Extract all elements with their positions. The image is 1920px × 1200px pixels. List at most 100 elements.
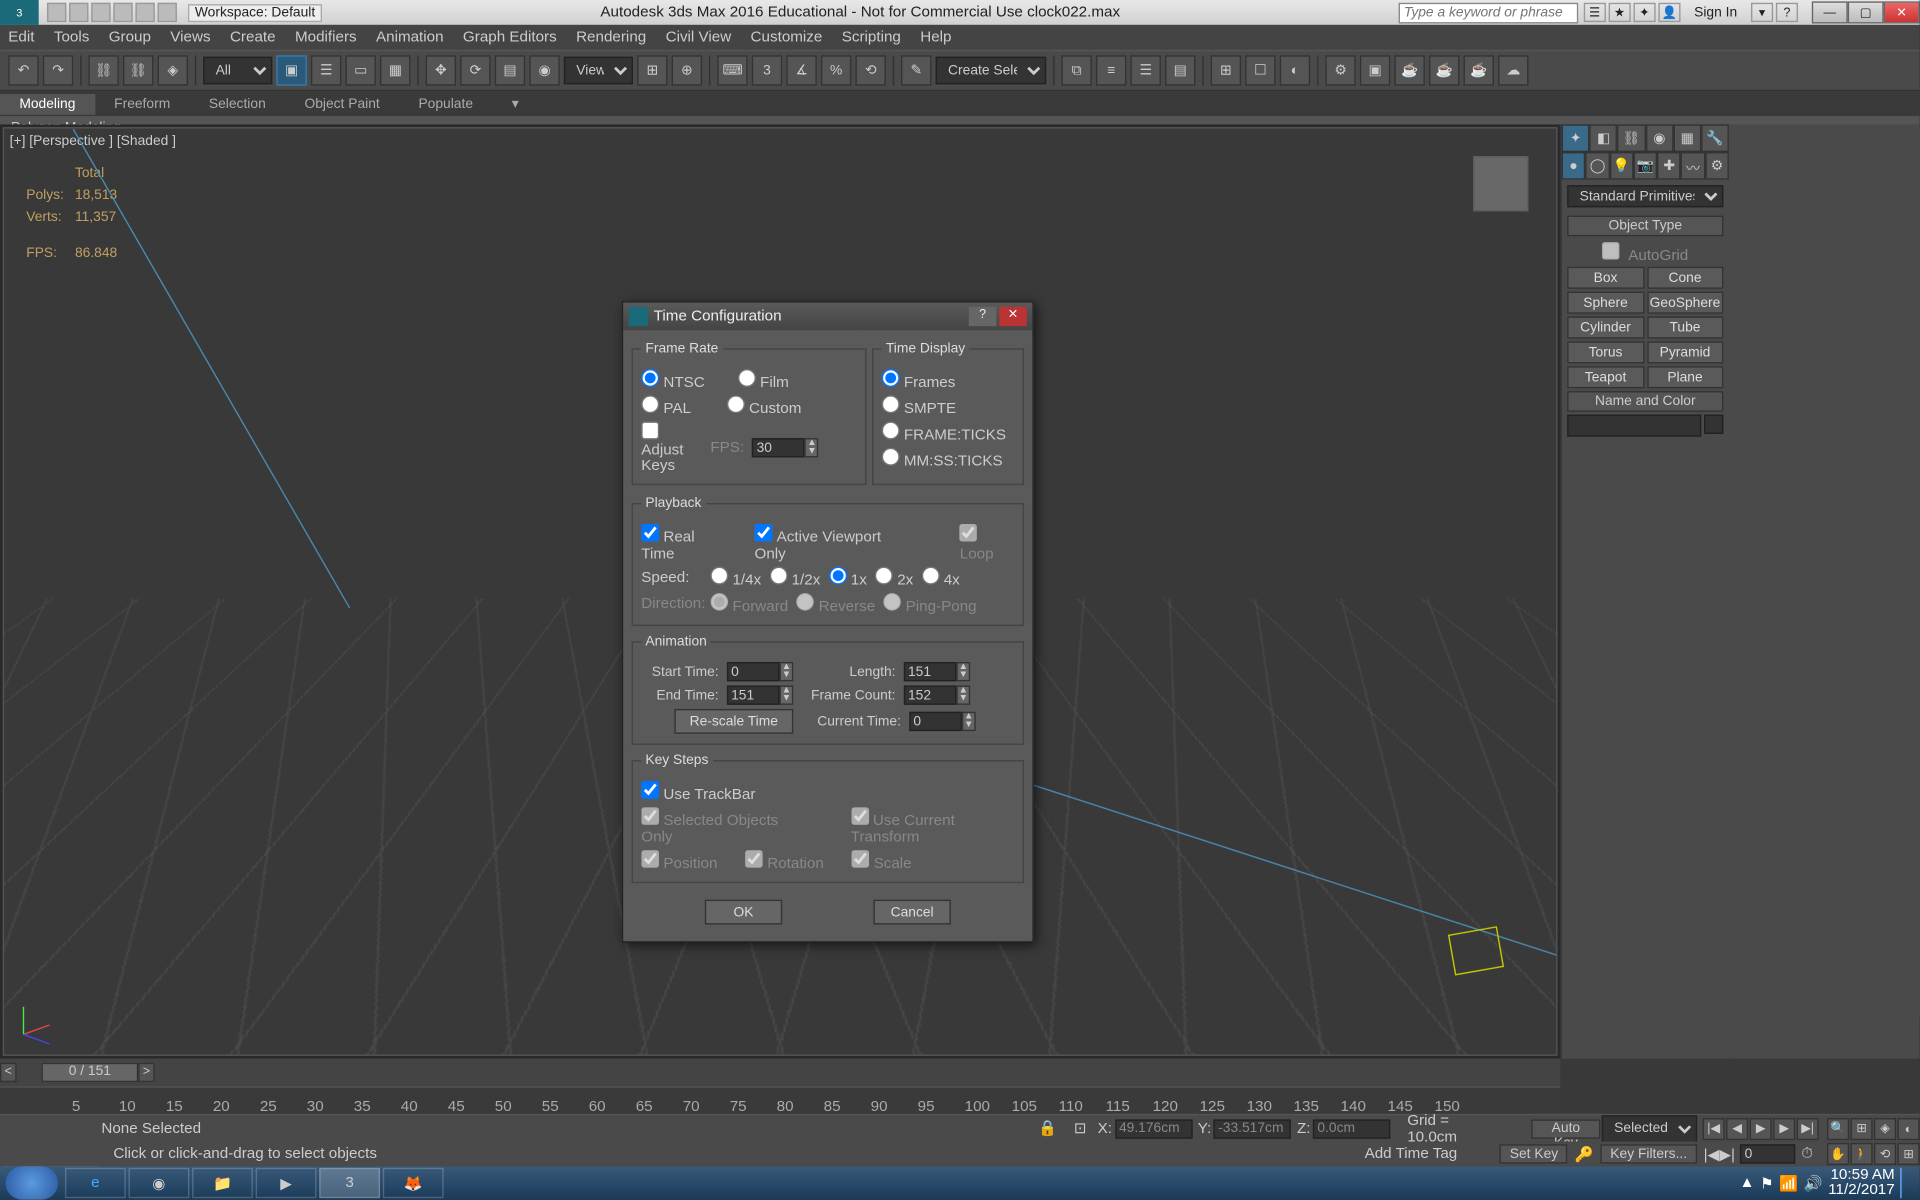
- menu-rendering[interactable]: Rendering: [576, 29, 646, 46]
- length-spinner[interactable]: [904, 662, 957, 681]
- tray-flag-icon[interactable]: ⚑: [1760, 1174, 1774, 1192]
- smpte-radio[interactable]: SMPTE: [882, 395, 956, 417]
- goto-start-icon[interactable]: |◀: [1703, 1117, 1725, 1139]
- use-trackbar-checkbox[interactable]: Use TrackBar: [641, 781, 755, 803]
- lights-tab-icon[interactable]: 💡: [1609, 152, 1633, 180]
- qat-open-icon[interactable]: [69, 3, 88, 22]
- close-button[interactable]: ✕: [1884, 1, 1920, 23]
- spacewarps-tab-icon[interactable]: 〰: [1681, 152, 1705, 180]
- realtime-checkbox[interactable]: Real Time: [641, 524, 729, 563]
- object-name-input[interactable]: [1567, 415, 1701, 437]
- taskbar-media-icon[interactable]: ▶: [256, 1168, 317, 1198]
- workspace-dropdown[interactable]: Workspace: Default: [188, 3, 322, 21]
- create-tab-icon[interactable]: ✦: [1562, 124, 1590, 152]
- tab-populate[interactable]: Populate: [399, 93, 492, 114]
- speed-2x-radio[interactable]: 2x: [875, 567, 913, 589]
- scale-icon[interactable]: ▤: [495, 55, 525, 85]
- walk-icon[interactable]: 🚶: [1850, 1143, 1872, 1165]
- menu-customize[interactable]: Customize: [751, 29, 823, 46]
- prev-frame-icon[interactable]: ◀: [1726, 1117, 1748, 1139]
- tab-selection[interactable]: Selection: [190, 93, 286, 114]
- cylinder-button[interactable]: Cylinder: [1567, 316, 1644, 338]
- subscription-icon[interactable]: ☰: [1584, 3, 1606, 22]
- menu-edit[interactable]: Edit: [8, 29, 34, 46]
- pal-radio[interactable]: PAL: [641, 395, 691, 417]
- autogrid-checkbox[interactable]: AutoGrid: [1562, 239, 1729, 267]
- speed-1x-radio[interactable]: 1x: [829, 567, 867, 589]
- user-icon[interactable]: 👤: [1658, 3, 1680, 22]
- render-frame-icon[interactable]: ▣: [1360, 55, 1390, 85]
- material-editor-icon[interactable]: ◐: [1280, 55, 1310, 85]
- undo-icon[interactable]: ↶: [8, 55, 38, 85]
- viewport-label[interactable]: [+] [Perspective ] [Shaded ]: [10, 134, 176, 149]
- frame-count-spinner[interactable]: [904, 685, 957, 704]
- mmssticks-radio[interactable]: MM:SS:TICKS: [882, 448, 1003, 470]
- spinner-snap-icon[interactable]: ⟲: [855, 55, 885, 85]
- taskbar-ie-icon[interactable]: e: [65, 1168, 126, 1198]
- track-bar[interactable]: 5101520253035404550556065707580859095100…: [0, 1086, 1560, 1114]
- tab-modeling[interactable]: Modeling: [0, 93, 95, 114]
- taskbar-firefox-icon[interactable]: 🦊: [383, 1168, 444, 1198]
- dialog-close-icon[interactable]: ✕: [999, 307, 1027, 326]
- tab-object-paint[interactable]: Object Paint: [285, 93, 399, 114]
- key-step-icon[interactable]: |◀▶|: [1698, 1145, 1740, 1163]
- key-filter-dropdown[interactable]: Selected: [1602, 1115, 1697, 1143]
- add-time-tag[interactable]: Add Time Tag: [1351, 1146, 1471, 1163]
- workspace-switch-icon[interactable]: ▾: [1751, 3, 1773, 22]
- minimize-button[interactable]: —: [1812, 1, 1848, 23]
- pivot-icon[interactable]: ⊞: [637, 55, 667, 85]
- selection-filter-dropdown[interactable]: All: [203, 57, 272, 85]
- curve-editor-icon[interactable]: ⊞: [1211, 55, 1241, 85]
- star-icon[interactable]: ★: [1608, 3, 1630, 22]
- help-search-input[interactable]: [1398, 2, 1578, 23]
- menu-tools[interactable]: Tools: [54, 29, 90, 46]
- unlink-icon[interactable]: ⛓: [123, 55, 153, 85]
- toggle-ribbon-icon[interactable]: ▤: [1165, 55, 1195, 85]
- y-coord-input[interactable]: [1214, 1119, 1291, 1138]
- display-tab-icon[interactable]: ▦: [1673, 124, 1701, 152]
- utilities-tab-icon[interactable]: 🔧: [1701, 124, 1729, 152]
- render-icon[interactable]: ☕: [1394, 55, 1424, 85]
- fps-spinner[interactable]: [752, 438, 805, 457]
- tray-network-icon[interactable]: 📶: [1779, 1174, 1798, 1192]
- keyboard-shortcut-icon[interactable]: ⌨: [717, 55, 747, 85]
- taskbar-explorer-icon[interactable]: 📁: [192, 1168, 253, 1198]
- time-config-icon[interactable]: ⏱: [1796, 1145, 1819, 1163]
- menu-create[interactable]: Create: [230, 29, 276, 46]
- qat-save-icon[interactable]: [91, 3, 110, 22]
- custom-radio[interactable]: Custom: [727, 395, 801, 417]
- window-crossing-icon[interactable]: ▦: [380, 55, 410, 85]
- object-color-swatch[interactable]: [1704, 415, 1723, 434]
- named-selection-dropdown[interactable]: Create Selection Se: [936, 57, 1047, 85]
- auto-key-button[interactable]: Auto Key: [1531, 1119, 1600, 1138]
- lock-icon[interactable]: 🔒: [1030, 1119, 1066, 1137]
- select-name-icon[interactable]: ☰: [311, 55, 341, 85]
- render-iter-icon[interactable]: ☕: [1464, 55, 1494, 85]
- mirror-icon[interactable]: ⧉: [1061, 55, 1091, 85]
- frameticks-radio[interactable]: FRAME:TICKS: [882, 422, 1006, 444]
- select-region-icon[interactable]: ▭: [346, 55, 376, 85]
- time-prev-icon[interactable]: <: [0, 1063, 17, 1082]
- cone-button[interactable]: Cone: [1647, 267, 1724, 289]
- current-time-spinner[interactable]: [909, 712, 962, 731]
- tube-button[interactable]: Tube: [1647, 316, 1724, 338]
- set-key-button[interactable]: Set Key: [1500, 1144, 1568, 1163]
- menu-modifiers[interactable]: Modifiers: [295, 29, 357, 46]
- render-prod-icon[interactable]: ☕: [1429, 55, 1459, 85]
- menu-help[interactable]: Help: [920, 29, 951, 46]
- key-filters-button[interactable]: Key Filters...: [1601, 1144, 1697, 1163]
- ok-button[interactable]: OK: [705, 900, 782, 925]
- menu-graph-editors[interactable]: Graph Editors: [463, 29, 557, 46]
- link-icon[interactable]: ⛓: [88, 55, 118, 85]
- play-icon[interactable]: ▶: [1750, 1117, 1772, 1139]
- bind-icon[interactable]: ◈: [158, 55, 188, 85]
- camera-object[interactable]: [1448, 926, 1504, 975]
- x-coord-input[interactable]: [1115, 1119, 1192, 1138]
- time-next-icon[interactable]: >: [138, 1063, 155, 1082]
- sphere-button[interactable]: Sphere: [1567, 292, 1644, 314]
- move-icon[interactable]: ✥: [426, 55, 456, 85]
- maximize-button[interactable]: ▢: [1848, 1, 1884, 23]
- goto-end-icon[interactable]: ▶|: [1797, 1117, 1819, 1139]
- maximize-viewport-icon[interactable]: ⊞: [1897, 1143, 1919, 1165]
- film-radio[interactable]: Film: [738, 369, 789, 391]
